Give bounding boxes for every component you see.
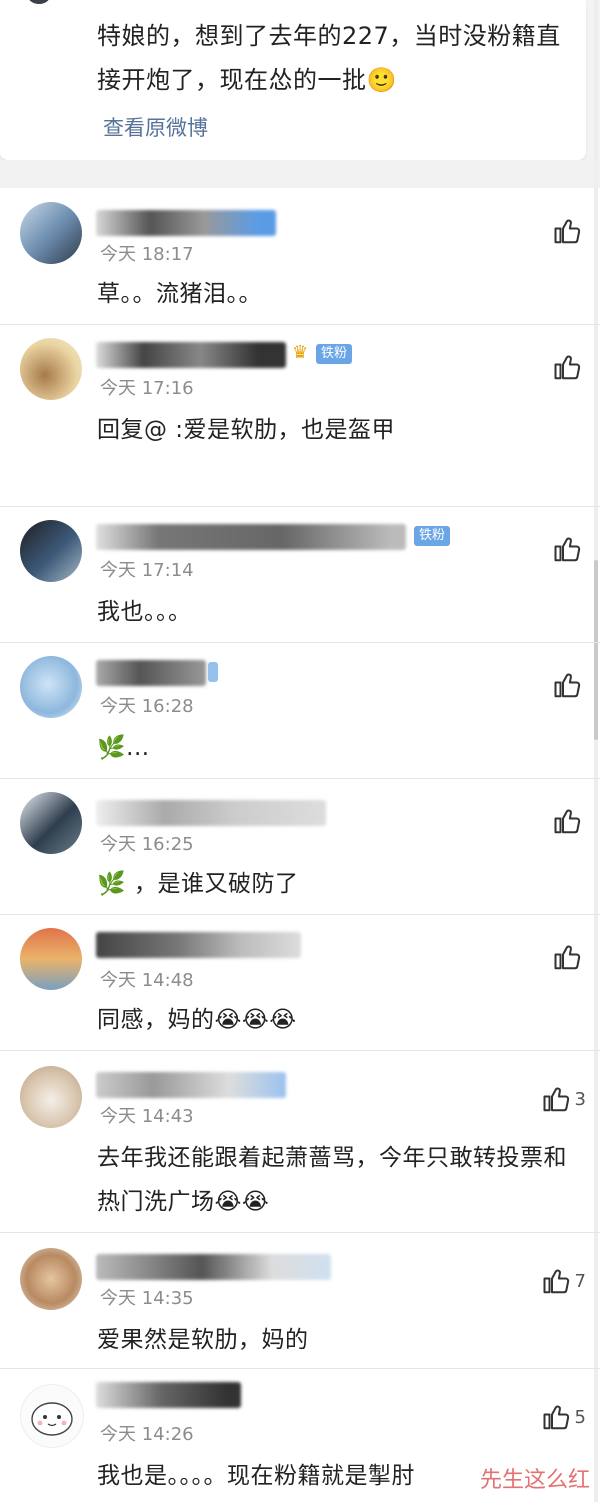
avatar[interactable] <box>20 338 82 400</box>
avatar[interactable] <box>20 656 82 718</box>
like-button[interactable] <box>553 942 586 972</box>
thumbs-up-icon <box>543 1087 569 1112</box>
fan-badge: 铁粉 <box>414 526 451 546</box>
original-post-card: 特娘的，想到了去年的227，当时没粉籍直接开炮了，现在怂的一批🙂 查看原微博 <box>0 0 600 166</box>
thumbs-up-icon <box>554 219 581 244</box>
comment-item: 今天 18:17 草。。流猪泪。。 <box>0 188 600 325</box>
username-blurred[interactable] <box>96 932 301 958</box>
like-button[interactable] <box>553 216 586 246</box>
comment-item: 今天 14:48 同感，妈的😭😭😭 <box>0 914 600 1051</box>
thumbs-up-icon <box>554 809 581 834</box>
thumbs-up-icon <box>554 537 581 562</box>
comment-item: 今天 16:28 🌿... <box>0 642 600 779</box>
username-blurred[interactable] <box>96 1382 241 1408</box>
comment-item: 今天 14:35 爱果然是软肋，妈的 7 <box>0 1232 600 1369</box>
avatar[interactable] <box>20 1066 82 1128</box>
like-button[interactable] <box>553 806 586 836</box>
like-button[interactable]: 3 <box>542 1084 586 1114</box>
comment-text: 同感，妈的😭😭😭 <box>97 1007 297 1033</box>
username-blurred[interactable] <box>96 800 326 826</box>
section-divider <box>0 160 600 188</box>
username-blurred[interactable] <box>96 1072 286 1098</box>
username-blurred[interactable] <box>96 1254 331 1280</box>
fan-badge: 铁粉 <box>316 344 353 364</box>
post-avatar <box>28 0 50 4</box>
like-button[interactable] <box>553 352 586 382</box>
timestamp: 今天 14:26 <box>100 1424 194 1445</box>
username-blurred[interactable] <box>96 342 286 368</box>
original-post: 特娘的，想到了去年的227，当时没粉籍直接开炮了，现在怂的一批🙂 查看原微博 <box>0 0 586 160</box>
username-blurred[interactable] <box>96 524 406 550</box>
timestamp: 今天 16:25 <box>100 834 194 855</box>
timestamp: 今天 16:28 <box>100 696 194 717</box>
crown-icon: ♛ <box>292 342 309 363</box>
avatar[interactable] <box>20 202 82 264</box>
username-blurred[interactable] <box>96 660 206 686</box>
timestamp: 今天 14:48 <box>100 970 194 991</box>
like-count: 3 <box>574 1088 586 1110</box>
fan-badge <box>208 662 218 682</box>
thumbs-up-icon <box>543 1405 569 1430</box>
comment-item: 今天 14:43 去年我还能跟着起萧蔷骂，今年只敢转投票和热门洗广场😭😭 3 <box>0 1050 600 1233</box>
comment-text: 回复@ :爱是软肋，也是盔甲 <box>97 417 396 443</box>
like-button[interactable] <box>553 670 586 700</box>
timestamp: 今天 17:14 <box>100 560 194 581</box>
comment-text: 我也。。。 <box>97 599 192 625</box>
like-count: 5 <box>574 1406 586 1428</box>
comment-text: 去年我还能跟着起萧蔷骂，今年只敢转投票和热门洗广场😭😭 <box>97 1145 567 1215</box>
like-count: 7 <box>574 1270 586 1292</box>
timestamp: 今天 17:16 <box>100 378 194 399</box>
username-blurred[interactable] <box>96 210 276 236</box>
thumbs-up-icon <box>554 945 581 970</box>
timestamp: 今天 14:35 <box>100 1288 194 1309</box>
avatar[interactable] <box>20 1248 82 1310</box>
timestamp: 今天 18:17 <box>100 244 194 265</box>
thumbs-up-icon <box>543 1269 569 1294</box>
avatar[interactable] <box>20 520 82 582</box>
avatar[interactable] <box>20 928 82 990</box>
timestamp: 今天 14:43 <box>100 1106 194 1127</box>
cartoon-face-icon <box>31 1402 73 1436</box>
comment-item: ♛ 铁粉 今天 17:16 回复@ :爱是软肋，也是盔甲 <box>0 324 600 507</box>
thumbs-up-icon <box>554 673 581 698</box>
avatar[interactable] <box>20 792 82 854</box>
comment-text: 爱果然是软肋，妈的 <box>97 1327 309 1353</box>
comment-text: 草。。流猪泪。。 <box>97 281 262 307</box>
view-original-link[interactable]: 查看原微博 <box>103 112 208 142</box>
thumbs-up-icon <box>554 355 581 380</box>
avatar[interactable] <box>20 1384 84 1448</box>
comment-item: 铁粉 今天 17:14 我也。。。 <box>0 506 600 643</box>
watermark: 先生这么红 <box>479 1468 590 1493</box>
like-button[interactable] <box>553 534 586 564</box>
like-button[interactable]: 5 <box>542 1402 586 1432</box>
comment-item: 今天 16:25 🌿 ，是谁又破防了 <box>0 778 600 915</box>
post-text: 特娘的，想到了去年的227，当时没粉籍直接开炮了，现在怂的一批🙂 <box>97 22 561 94</box>
comment-text: 🌿 ，是谁又破防了 <box>97 871 299 897</box>
like-button[interactable]: 7 <box>542 1266 586 1296</box>
comment-text: 🌿... <box>97 735 150 761</box>
